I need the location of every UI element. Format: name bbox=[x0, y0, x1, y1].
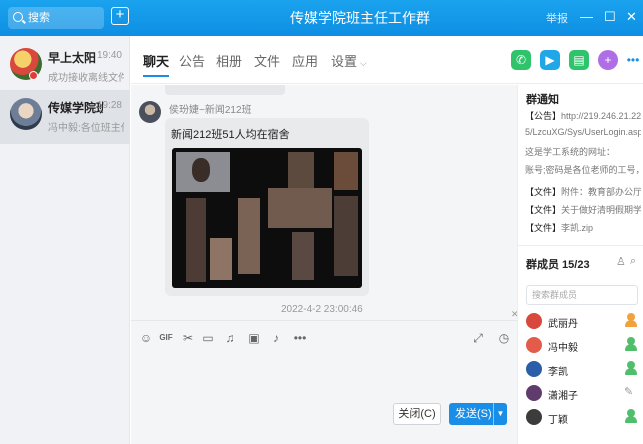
member-name: 丁颖 bbox=[548, 415, 568, 426]
member-search-input[interactable]: 搜索群成员 bbox=[526, 285, 638, 305]
new-chat-button[interactable]: + bbox=[111, 7, 129, 25]
avatar bbox=[526, 337, 542, 353]
tab-settings[interactable]: 设置 ⌵ bbox=[331, 51, 367, 70]
avatar bbox=[10, 98, 42, 130]
qq-chat-window: 搜索 + 传媒学院班主任工作群 举报 — ☐ ✕ 早上太阳 19:40 成功接收… bbox=[0, 0, 643, 444]
notice-file[interactable]: 【文件】李凯.zip bbox=[525, 221, 641, 234]
chat-item-media-group[interactable]: 传媒学院班... 19:28 冯中毅:各位班主任... bbox=[0, 90, 130, 144]
tab-apps[interactable]: 应用 bbox=[292, 51, 318, 70]
emoji-icon[interactable]: ☺ bbox=[139, 331, 153, 345]
chat-time: 19:40 bbox=[96, 50, 122, 61]
send-label: 发送(S) bbox=[455, 408, 492, 420]
chat-list: 早上太阳 19:40 成功接收离线文件 “i 传媒学院班... 19:28 冯中… bbox=[0, 36, 130, 444]
image-icon[interactable]: ▣ bbox=[247, 331, 261, 345]
message-text: 新闻212班51人均在宿舍 bbox=[171, 129, 290, 141]
message-photo[interactable] bbox=[172, 148, 362, 288]
member-name: 李凯 bbox=[548, 367, 568, 378]
title-bar: 搜索 + 传媒学院班主任工作群 举报 — ☐ ✕ bbox=[0, 0, 643, 36]
edit-icon: ✎ bbox=[624, 386, 634, 398]
previous-message-bubble bbox=[165, 85, 285, 95]
avatar[interactable] bbox=[139, 101, 161, 123]
video-icon[interactable]: ▶ bbox=[540, 50, 560, 70]
tab-settings-label: 设置 bbox=[331, 54, 358, 69]
members-title: 群成员 15/23 bbox=[526, 259, 590, 271]
maximize-button[interactable]: ☐ bbox=[604, 9, 616, 25]
history-icon[interactable]: ◷ bbox=[497, 331, 511, 345]
group-info-panel: 群通知 【公告】http://219.246.21.22 5/LzcuXG/Sy… bbox=[517, 85, 643, 444]
notice-title: 群通知 bbox=[526, 94, 559, 106]
more-icon[interactable]: ••• bbox=[291, 331, 309, 345]
phone-icon[interactable]: ✆ bbox=[511, 50, 531, 70]
message-bubble[interactable]: 新闻212班51人均在宿舍 bbox=[165, 118, 369, 296]
notice-file[interactable]: 【文件】关于做好清明假期学生... bbox=[525, 203, 641, 216]
tab-album[interactable]: 相册 bbox=[216, 51, 242, 70]
expand-icon[interactable]: ⤢ bbox=[471, 331, 485, 345]
divider bbox=[518, 245, 643, 246]
search-placeholder: 搜索 bbox=[28, 12, 50, 24]
more-icon[interactable]: ••• bbox=[625, 50, 641, 70]
owner-icon bbox=[624, 313, 638, 327]
close-window-button[interactable]: ✕ bbox=[626, 9, 637, 25]
tab-chat[interactable]: 聊天 bbox=[143, 51, 170, 77]
tab-files[interactable]: 文件 bbox=[254, 51, 280, 70]
chat-item-zaoshang-taiyang[interactable]: 早上太阳 19:40 成功接收离线文件 “i bbox=[0, 40, 130, 94]
chat-name: 早上太阳 bbox=[48, 51, 97, 65]
input-area[interactable]: ☺ GIF ✂ ▭ ♫ ▣ ♪ ••• ⤢ ◷ 关闭(C) 发送(S) ▼ bbox=[131, 320, 517, 444]
send-button[interactable]: 发送(S) ▼ bbox=[449, 403, 507, 425]
member-name: 潇湘子 bbox=[548, 391, 578, 402]
add-member-icon[interactable]: ♙ bbox=[616, 255, 626, 268]
member-name: 冯中毅 bbox=[548, 343, 578, 354]
app-icon[interactable]: + bbox=[598, 50, 618, 70]
chevron-down-icon: ⌵ bbox=[360, 58, 367, 68]
close-button[interactable]: 关闭(C) bbox=[393, 403, 441, 425]
bell-icon[interactable]: ♪ bbox=[269, 331, 283, 345]
chat-preview: 冯中毅:各位班主任... bbox=[48, 123, 124, 134]
admin-icon bbox=[624, 361, 638, 375]
admin-icon bbox=[624, 409, 638, 423]
message-sender: 侯玢婕~新闻212班 bbox=[169, 105, 252, 116]
notice-line[interactable]: 这是学工系统的网址： bbox=[525, 145, 641, 158]
chat-name: 传媒学院班... bbox=[48, 101, 103, 115]
folder-icon[interactable]: ▭ bbox=[201, 331, 215, 345]
member-item[interactable]: 冯中毅 bbox=[526, 335, 642, 355]
chat-preview: 成功接收离线文件 “i bbox=[48, 73, 124, 84]
avatar bbox=[526, 385, 542, 401]
message-area[interactable]: 侯玢婕~新闻212班 新闻212班51人均在宿舍 2022-4-2 23:00:… bbox=[131, 85, 517, 320]
screen-share-icon[interactable]: ▤ bbox=[569, 50, 589, 70]
message-timestamp: 2022-4-2 23:00:46 bbox=[281, 304, 363, 315]
member-item[interactable]: 李凯 bbox=[526, 359, 642, 379]
chat-tabs: 聊天 公告 相册 文件 应用 设置 ⌵ ✆ ▶ ▤ + ••• bbox=[131, 36, 643, 84]
member-name: 武丽丹 bbox=[548, 319, 578, 330]
avatar bbox=[526, 409, 542, 425]
search-icon bbox=[13, 12, 23, 22]
search-icon[interactable]: ⌕ bbox=[630, 255, 636, 268]
member-item[interactable]: 武丽丹 bbox=[526, 311, 642, 331]
tab-announcement[interactable]: 公告 bbox=[179, 51, 205, 70]
gif-icon[interactable]: GIF bbox=[159, 331, 173, 345]
minimize-button[interactable]: — bbox=[580, 9, 593, 24]
notice-line[interactable]: 账号;密码是各位老师的工号，密... bbox=[525, 163, 641, 176]
scissors-icon[interactable]: ✂ bbox=[181, 331, 195, 345]
member-item[interactable]: 潇湘子 ✎ bbox=[526, 383, 642, 403]
window-title: 传媒学院班主任工作群 bbox=[290, 10, 430, 26]
chat-time: 19:28 bbox=[96, 100, 122, 111]
report-button[interactable]: 举报 bbox=[546, 10, 568, 26]
notice-file[interactable]: 【文件】附件：教育部办公厅关... bbox=[525, 185, 641, 198]
admin-icon bbox=[624, 337, 638, 351]
unread-badge bbox=[29, 71, 38, 80]
avatar bbox=[526, 361, 542, 377]
member-item[interactable]: 丁颖 bbox=[526, 407, 642, 427]
music-icon[interactable]: ♫ bbox=[223, 331, 237, 345]
notice-line[interactable]: 5/LzcuXG/Sys/UserLogin.aspx bbox=[525, 127, 641, 137]
chevron-down-icon[interactable]: ▼ bbox=[493, 403, 507, 425]
search-input[interactable]: 搜索 bbox=[8, 7, 104, 29]
notice-line[interactable]: 【公告】http://219.246.21.22 bbox=[525, 109, 641, 122]
avatar bbox=[526, 313, 542, 329]
